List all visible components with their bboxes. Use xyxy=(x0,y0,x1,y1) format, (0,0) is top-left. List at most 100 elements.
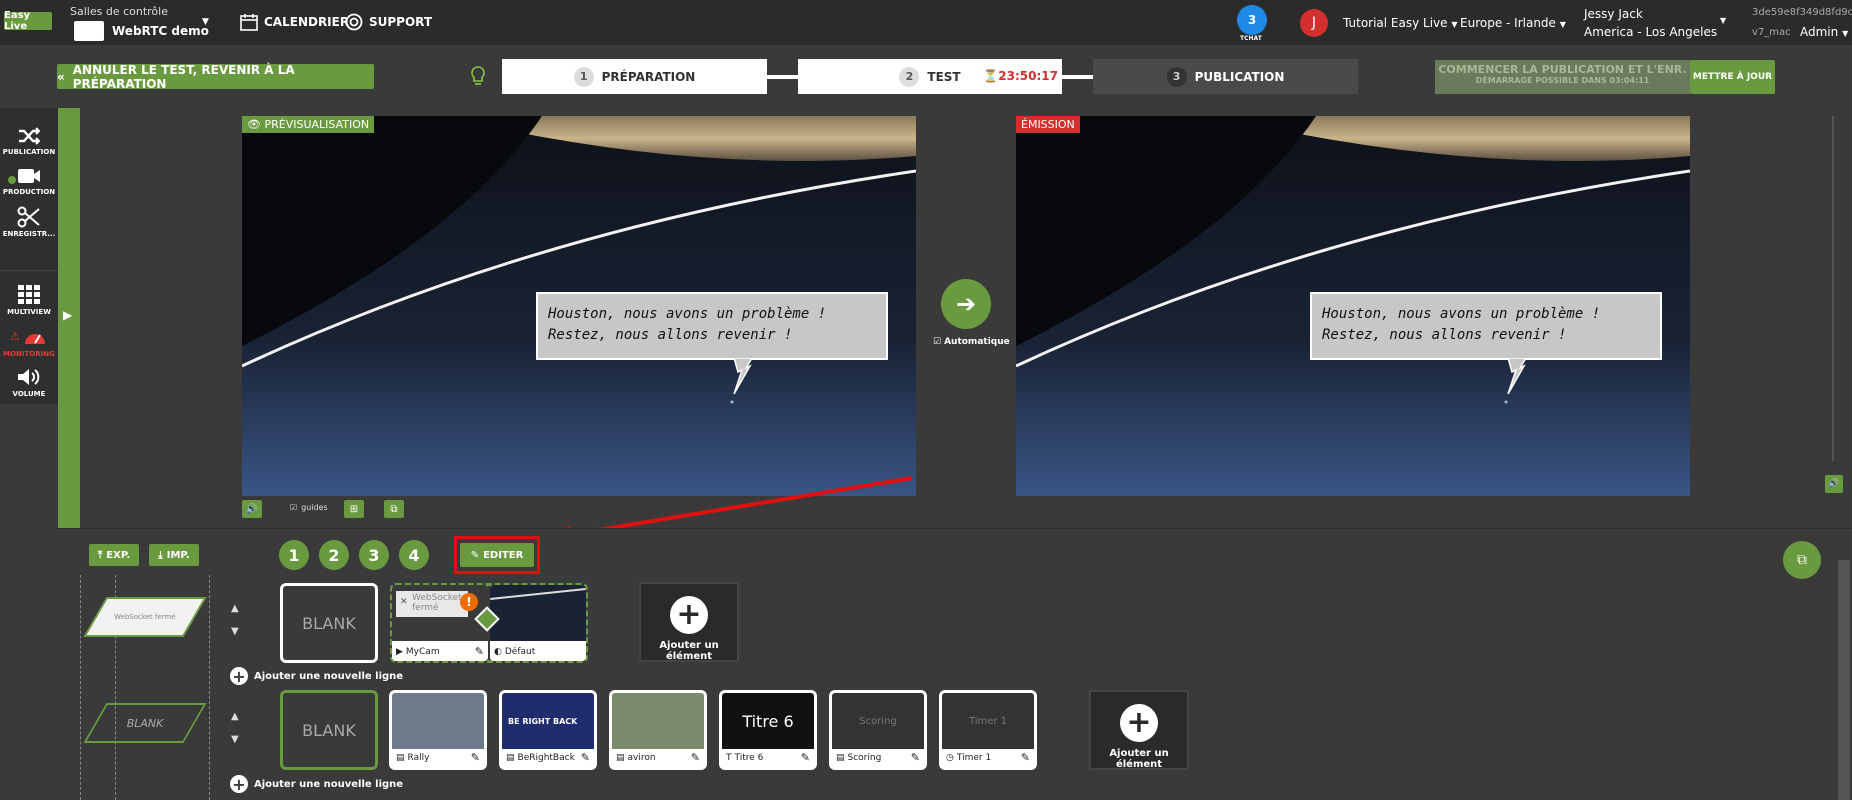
role-dropdown[interactable]: Admin ▼ xyxy=(1800,25,1848,39)
transition-button[interactable]: ➔ xyxy=(941,279,991,329)
step-publication[interactable]: 3 PUBLICATION xyxy=(1093,59,1358,94)
import-button[interactable]: ⤓ IMP. xyxy=(149,544,199,566)
auto-checkbox[interactable]: ☑ Automatique xyxy=(933,337,1010,347)
pencil-icon: ✎ xyxy=(470,549,480,561)
start-possible-label: DÉMARRAGE POSSIBLE DANS 03:04:11 xyxy=(1475,76,1650,85)
scene-2-button[interactable]: 2 xyxy=(319,540,349,570)
graphic-card[interactable]: BE RIGHT BACK ▤ BeRightBack ✎ xyxy=(499,690,597,770)
step-label: TEST xyxy=(927,69,961,84)
panel-scrollbar[interactable] xyxy=(1838,560,1850,800)
app-logo[interactable]: Easy Live xyxy=(4,10,52,32)
cancel-test-button[interactable]: « ANNULER LE TEST, REVENIR À LA PRÉPARAT… xyxy=(57,62,374,91)
graphic-card[interactable]: Timer 1 ◷ Timer 1 ✎ xyxy=(939,690,1037,770)
bubble-line-2: Restez, nous allons revenir ! xyxy=(1322,327,1567,343)
move-up-arrow-icon[interactable]: ▲ xyxy=(231,603,239,614)
pencil-icon[interactable]: ✎ xyxy=(911,751,920,764)
add-element-button[interactable]: + Ajouter un élément xyxy=(1089,690,1189,770)
pencil-icon[interactable]: ✎ xyxy=(581,751,590,764)
speaker-icon: 🔊 xyxy=(245,503,259,515)
calendar-link[interactable]: CALENDRIER xyxy=(240,13,349,31)
card-footer: ◐ Défaut xyxy=(490,643,586,661)
pencil-icon[interactable]: ✎ xyxy=(471,751,480,764)
shield-icon: ◐ xyxy=(494,647,502,657)
sidebar-item-monitoring[interactable]: MONITORING xyxy=(0,326,58,358)
graphic-card[interactable]: Titre 6 T Titre 6 ✎ xyxy=(719,690,817,770)
move-down-arrow-icon[interactable]: ▼ xyxy=(231,734,239,745)
lightbulb-icon[interactable] xyxy=(470,66,486,88)
graphic-card[interactable]: Scoring ▤ Scoring ✎ xyxy=(829,690,927,770)
auto-label: Automatique xyxy=(944,337,1010,347)
blank-card[interactable]: BLANK xyxy=(280,583,378,663)
emission-volume-button[interactable]: 🔊 xyxy=(1825,475,1843,493)
sidebar-item-multiview[interactable]: MULTIVIEW xyxy=(0,284,58,316)
preview-volume-button[interactable]: 🔊 xyxy=(242,500,262,518)
pencil-icon[interactable]: ✎ xyxy=(475,645,484,658)
preview-video[interactable]: 👁 PRÉVISUALISATION Houston, nous avons u… xyxy=(242,116,916,496)
chat-label: TCHAT xyxy=(1240,35,1262,42)
scene-1-button[interactable]: 1 xyxy=(279,540,309,570)
add-element-label: Ajouter un élément xyxy=(1109,748,1169,770)
start-publication-button[interactable]: COMMENCER LA PUBLICATION ET L'ENR. DÉMAR… xyxy=(1435,60,1690,94)
region-dropdown[interactable]: Europe - Irlande ▼ xyxy=(1460,16,1566,30)
card-label: Scoring xyxy=(847,753,882,763)
user-timezone[interactable]: America - Los Angeles xyxy=(1584,25,1717,39)
close-icon[interactable]: ✕ xyxy=(400,597,408,607)
default-card[interactable]: ◐ Défaut xyxy=(490,585,586,661)
add-line-label: Ajouter une nouvelle ligne xyxy=(254,670,404,682)
export-button[interactable]: ⤒ EXP. xyxy=(89,544,139,566)
mycam-thumb: WebSocket fermé ✕ ! xyxy=(392,585,488,641)
ring-line xyxy=(490,587,586,601)
edit-button[interactable]: ✎ EDITER xyxy=(460,543,534,567)
room-dropdown-chevron-icon[interactable]: ▼ xyxy=(202,17,209,27)
panel-popout-button[interactable]: ⧉ xyxy=(1783,541,1821,579)
graphic-card[interactable]: ▤ Rally ✎ xyxy=(389,690,487,770)
user-avatar[interactable]: J xyxy=(1300,9,1328,37)
room-name[interactable]: WebRTC demo xyxy=(112,24,209,38)
file-icon: ▤ xyxy=(506,753,515,763)
mycam-card[interactable]: WebSocket fermé ✕ ! ▶ MyCam ✎ xyxy=(392,585,488,661)
pencil-icon[interactable]: ✎ xyxy=(1021,751,1030,764)
sidebar-item-recording[interactable]: ENREGISTR... xyxy=(0,206,58,238)
sidebar-item-label: MULTIVIEW xyxy=(7,308,51,316)
step-preparation[interactable]: 1 PRÉPARATION xyxy=(502,59,767,94)
step-test[interactable]: 2 TEST ⏳23:50:17 xyxy=(798,59,1062,94)
grid-icon xyxy=(18,285,40,304)
plus-icon: + xyxy=(670,596,708,634)
sidebar-item-publication[interactable]: PUBLICATION xyxy=(0,126,58,156)
preview-speech-bubble[interactable]: Houston, nous avons un problème ! Restez… xyxy=(536,292,888,360)
add-line-button[interactable]: + Ajouter une nouvelle ligne xyxy=(230,775,403,794)
chat-badge[interactable]: 3 xyxy=(1237,5,1267,35)
graphic-card[interactable]: ▤ aviron ✎ xyxy=(609,690,707,770)
card-label: Titre 6 xyxy=(734,753,764,763)
role-label: Admin xyxy=(1800,25,1839,39)
support-link[interactable]: SUPPORT xyxy=(345,13,432,31)
file-icon: ▤ xyxy=(616,753,625,763)
move-up-arrow-icon[interactable]: ▲ xyxy=(231,711,239,722)
rally-thumb xyxy=(392,693,484,749)
sidebar-filler xyxy=(0,404,58,800)
user-name[interactable]: Jessy Jack xyxy=(1584,7,1643,21)
add-line-button[interactable]: + Ajouter une nouvelle ligne xyxy=(230,667,404,686)
preview-layout-button[interactable]: ⊞ xyxy=(344,500,364,518)
emission-speech-bubble: Houston, nous avons un problème ! Restez… xyxy=(1310,292,1662,360)
guides-checkbox[interactable]: ☑ guides xyxy=(290,503,328,512)
cancel-test-label: ANNULER LE TEST, REVENIR À LA PRÉPARATIO… xyxy=(72,62,295,91)
sidebar-item-volume[interactable]: VOLUME xyxy=(0,366,58,398)
pencil-icon[interactable]: ✎ xyxy=(801,751,810,764)
add-element-button[interactable]: + Ajouter un élément xyxy=(639,582,739,662)
move-down-arrow-icon[interactable]: ▼ xyxy=(231,626,239,637)
berightback-thumb: BE RIGHT BACK xyxy=(502,693,594,749)
scene-4-button[interactable]: 4 xyxy=(399,540,429,570)
pencil-icon[interactable]: ✎ xyxy=(691,751,700,764)
scene-3-button[interactable]: 3 xyxy=(359,540,389,570)
preview-popout-button[interactable]: ⧉ xyxy=(384,500,404,518)
panel-toggle[interactable]: ▶ xyxy=(58,108,80,528)
speaker-icon: 🔊 xyxy=(1828,479,1840,489)
user-chevron-down-icon[interactable]: ▼ xyxy=(1720,16,1726,25)
bubble-line-1: Houston, nous avons un problème ! xyxy=(1322,306,1601,322)
tutorial-dropdown[interactable]: Tutorial Easy Live ▼ xyxy=(1343,16,1458,30)
blank-card[interactable]: BLANK xyxy=(280,690,378,770)
update-button[interactable]: METTRE À JOUR xyxy=(1690,60,1775,94)
sidebar-item-production[interactable]: PRODUCTION xyxy=(0,166,58,196)
layout-thumbnail-label: WebSocket fermé xyxy=(114,613,176,621)
